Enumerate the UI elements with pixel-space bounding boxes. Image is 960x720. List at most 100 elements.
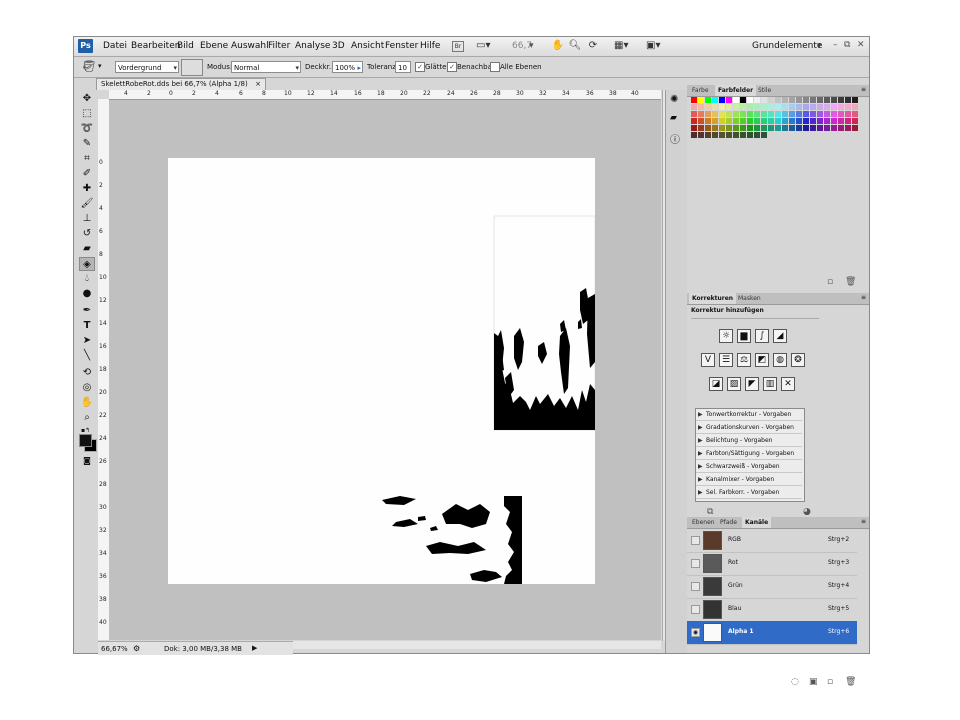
color-panel-icon[interactable]: ✺ [670,94,678,105]
menu-ebene[interactable]: Ebene [200,41,228,51]
channel-row-alpha-1[interactable]: ◉ Alpha 1 Strg+6 [687,621,857,645]
visibility-eye-icon[interactable]: ◉ [691,628,700,637]
color-swatch[interactable] [754,97,760,103]
color-swatch[interactable] [747,97,753,103]
color-swatch[interactable] [747,132,753,138]
preset-farbton[interactable]: ▶ Farbton/Sättigung - Vorgaben [696,448,802,460]
color-swatch[interactable] [698,104,704,110]
color-swatch[interactable] [817,118,823,124]
color-swatch[interactable] [740,125,746,131]
color-swatch[interactable] [705,97,711,103]
menu-bild[interactable]: Bild [177,41,194,51]
color-swatch[interactable] [691,125,697,131]
channel-row-blau[interactable]: Blau Strg+5 [687,598,857,622]
color-swatch[interactable] [817,104,823,110]
menu-datei[interactable]: Datei [103,41,127,51]
color-swatch[interactable] [810,104,816,110]
dodge-tool-icon[interactable]: ● [79,287,95,301]
color-swatch[interactable] [719,111,725,117]
color-swatch[interactable] [775,111,781,117]
color-swatch[interactable] [824,97,830,103]
color-swatch[interactable] [831,97,837,103]
color-swatch[interactable] [733,125,739,131]
hand-icon[interactable]: ✋ [551,40,565,52]
tolerance-input[interactable]: 10 [395,61,411,73]
color-swatch[interactable] [789,104,795,110]
channel-row-rgb[interactable]: RGB Strg+2 [687,529,857,553]
color-swatch[interactable] [852,111,858,117]
3d-orbit-icon[interactable]: ◎ [79,381,95,395]
visibility-eye-icon[interactable] [691,582,700,591]
color-swatch[interactable] [698,111,704,117]
panel-menu-icon[interactable]: ≡ [861,86,866,93]
screen-mode-icon[interactable]: ▭▾ [476,40,490,52]
color-swatch[interactable] [768,104,774,110]
tab-ebenen[interactable]: Ebenen [689,517,718,528]
document-tab[interactable]: SkelettRobeRot.dds bei 66,7% (Alpha 1/8)… [96,78,266,90]
color-swatch[interactable] [824,125,830,131]
color-swatch[interactable] [733,132,739,138]
color-swatch[interactable] [789,118,795,124]
zoom-icon[interactable]: 🔍︎ [568,40,582,52]
hand-tool-icon[interactable]: ✋ [79,396,95,410]
color-swatch[interactable] [838,118,844,124]
color-swatch[interactable] [705,111,711,117]
color-swatch[interactable] [740,132,746,138]
color-swatch[interactable] [761,132,767,138]
channel-mixer-icon[interactable]: ❂ [791,353,805,367]
color-swatch[interactable] [796,104,802,110]
color-swatch[interactable] [782,97,788,103]
color-swatch[interactable] [796,118,802,124]
color-swatch[interactable] [824,118,830,124]
color-swatch[interactable] [789,97,795,103]
line-tool-icon[interactable]: ╲ [79,349,95,363]
color-swatch[interactable] [691,104,697,110]
color-swatch[interactable] [775,97,781,103]
fill-source-select[interactable]: Vordergrund ▾ [115,61,179,73]
save-selection-icon[interactable]: ▣ [809,677,818,687]
color-swatch[interactable] [712,111,718,117]
document-canvas[interactable] [168,158,595,584]
color-swatch[interactable] [733,111,739,117]
pen-tool-icon[interactable]: ✒ [79,304,95,318]
color-swatch[interactable] [768,111,774,117]
color-swatch[interactable] [761,97,767,103]
preset-kanalmixer[interactable]: ▶ Kanalmixer - Vorgaben [696,474,802,486]
color-swatch[interactable] [740,97,746,103]
color-swatch[interactable] [789,125,795,131]
restore-icon[interactable]: ⧉ [844,40,850,50]
color-swatch[interactable] [719,132,725,138]
chevron-down-icon[interactable]: ▾ [817,41,822,51]
arrange-documents-icon[interactable]: ▦▾ [614,40,628,52]
color-swatch[interactable] [747,118,753,124]
photo-filter-icon[interactable]: ◍ [773,353,787,367]
color-swatch[interactable] [719,118,725,124]
color-swatch[interactable] [831,104,837,110]
color-swatch[interactable] [803,118,809,124]
clone-stamp-icon[interactable]: ⊥ [79,212,95,226]
3d-rotate-icon[interactable]: ⟲ [79,366,95,380]
color-swatch[interactable] [712,132,718,138]
tab-farbe[interactable]: Farbe [689,85,712,96]
color-swatch[interactable] [796,97,802,103]
clip-layer-icon[interactable]: ⧉ [707,507,713,517]
antialias-checkbox[interactable]: ✓ [415,62,425,72]
color-swatch[interactable] [768,125,774,131]
path-selection-icon[interactable]: ➤ [79,334,95,348]
new-channel-icon[interactable]: ▫ [827,677,833,687]
color-swatch[interactable] [719,104,725,110]
rotate-view-icon[interactable]: ⟳ [586,40,600,52]
close-icon[interactable]: ✕ [857,40,865,50]
chevron-down-icon[interactable]: ▾ [529,41,534,51]
color-swatch[interactable] [705,132,711,138]
visibility-eye-icon[interactable] [691,536,700,545]
eraser-tool-icon[interactable]: ▰ [79,242,95,256]
eyedropper-icon[interactable]: ✐ [79,167,95,181]
color-swatch[interactable] [817,111,823,117]
color-swatch[interactable] [796,111,802,117]
navigator-panel-icon[interactable]: ▰ [670,113,677,123]
zoom-tool-icon[interactable]: ⌕ [79,411,95,425]
menu-analyse[interactable]: Analyse [295,41,330,51]
posterize-icon[interactable]: ▨ [727,377,741,391]
color-balance-icon[interactable]: ⚖ [737,353,751,367]
